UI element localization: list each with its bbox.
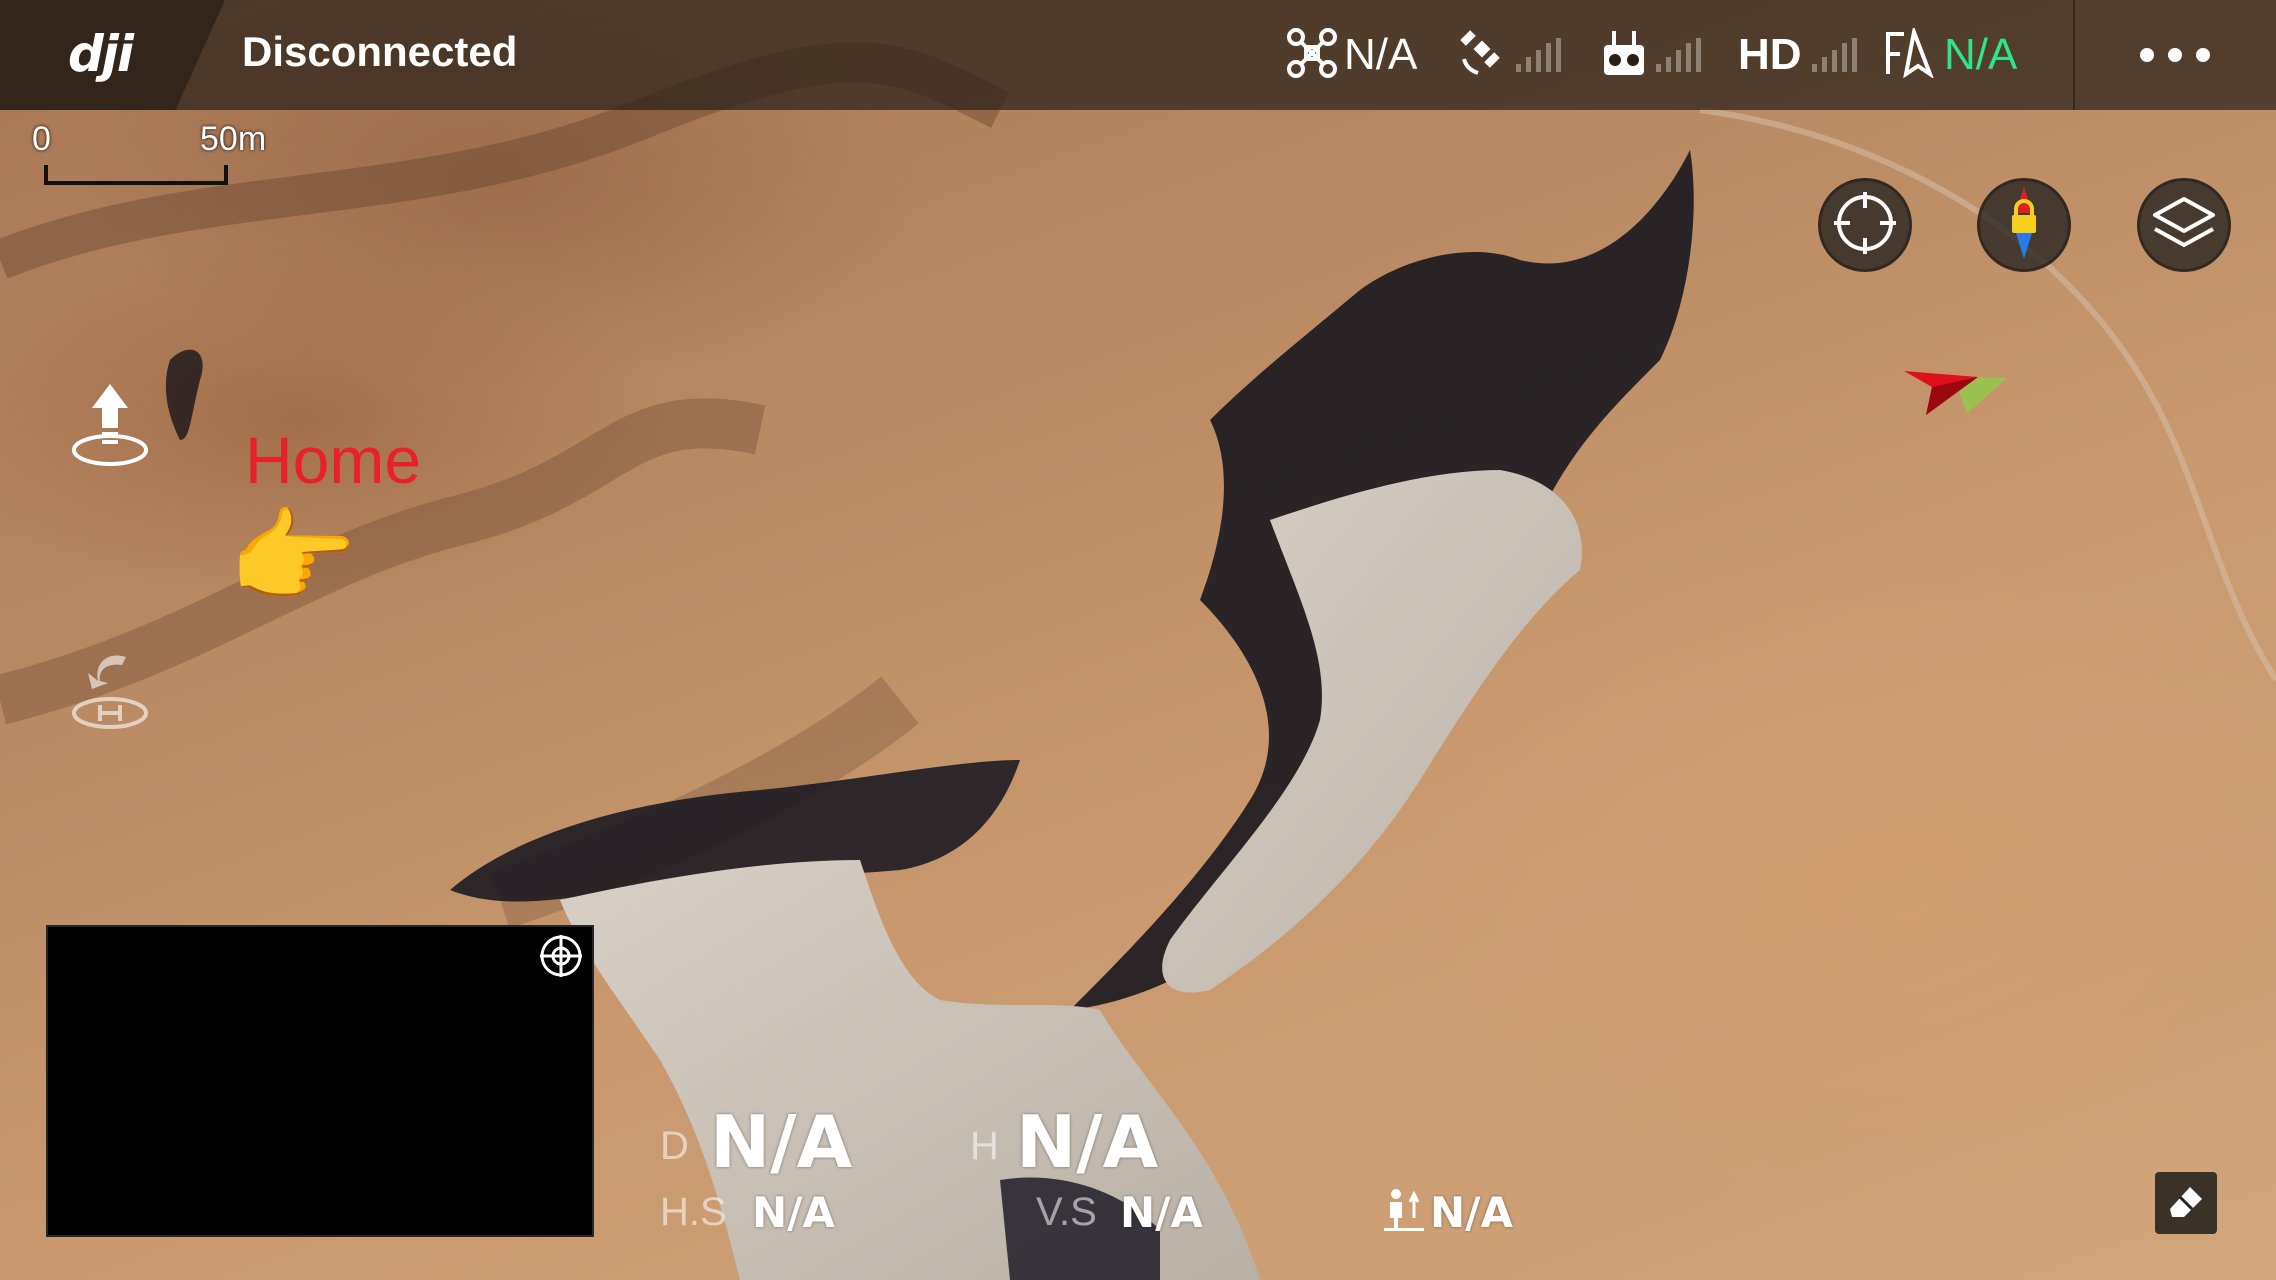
horizontal-speed-label: H.S xyxy=(660,1190,727,1234)
satellite-icon xyxy=(1458,29,1506,81)
connection-status: Disconnected xyxy=(242,28,518,75)
height-value: N/A xyxy=(1016,1100,1159,1184)
aircraft-icon xyxy=(1286,27,1338,83)
crosshair-icon xyxy=(1830,188,1900,262)
pointing-hand-icon: 👉 xyxy=(228,496,358,618)
return-home-icon xyxy=(68,643,152,737)
camera-preview[interactable] xyxy=(46,925,594,1237)
more-dots-icon[interactable] xyxy=(2130,30,2220,80)
pilot-distance-icon xyxy=(1384,1188,1424,1236)
compass-lock-button[interactable] xyxy=(1977,178,2071,272)
aircraft-status-value: N/A xyxy=(1344,30,1418,79)
gps-signal[interactable] xyxy=(1458,24,1561,86)
takeoff-icon xyxy=(68,378,152,472)
return-home-button[interactable] xyxy=(60,640,160,740)
gps-signal-bars xyxy=(1516,38,1561,72)
pilot-distance-value: N/A xyxy=(1430,1188,1513,1237)
flight-mode-icon xyxy=(1884,24,1935,82)
remote-controller-icon xyxy=(1602,29,1646,81)
top-status-bar: dji Disconnected N/A HD N/A xyxy=(0,0,2276,110)
layers-button[interactable] xyxy=(2137,178,2231,272)
scale-zero-label: 0 xyxy=(32,120,51,158)
height-label: H xyxy=(970,1124,999,1168)
vertical-speed-value: N/A xyxy=(1120,1188,1203,1237)
hd-signal-bars xyxy=(1811,38,1857,72)
eraser-icon[interactable] xyxy=(2155,1172,2217,1234)
flight-mode[interactable]: N/A xyxy=(1884,24,2017,86)
locate-button[interactable] xyxy=(1818,178,1912,272)
hd-signal[interactable]: HD xyxy=(1738,24,1857,86)
takeoff-button[interactable] xyxy=(60,375,160,475)
rc-signal-bars xyxy=(1656,38,1701,72)
flight-mode-value: N/A xyxy=(1944,30,2018,79)
focus-target-icon[interactable] xyxy=(538,933,584,979)
distance-value: N/A xyxy=(710,1100,853,1184)
topbar-divider xyxy=(2073,0,2075,110)
vertical-speed-label: V.S xyxy=(1036,1190,1097,1234)
compass-lock-icon xyxy=(1994,183,2054,267)
horizontal-speed-value: N/A xyxy=(752,1188,835,1237)
layers-icon xyxy=(2151,193,2217,257)
scale-max-label: 50m xyxy=(200,120,267,158)
map-scale-bar xyxy=(44,165,228,185)
distance-label: D xyxy=(660,1124,689,1168)
dji-logo[interactable]: dji xyxy=(68,24,134,84)
home-annotation-label: Home xyxy=(245,423,422,497)
aircraft-status[interactable]: N/A xyxy=(1286,24,1417,86)
rc-signal[interactable] xyxy=(1602,24,1701,86)
aircraft-marker-icon xyxy=(1900,345,2010,429)
hd-label: HD xyxy=(1738,30,1802,79)
